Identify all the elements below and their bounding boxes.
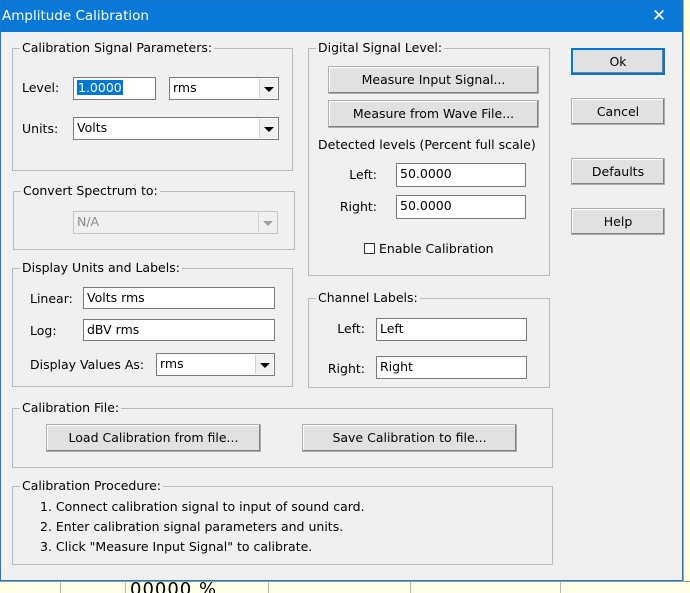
measure-wave-file-button[interactable]: Measure from Wave File... [328,100,539,128]
display-units-labels-group: Display Units and Labels: Linear: Volts … [12,260,293,387]
left-level-input[interactable]: 50.0000 [396,163,526,187]
level-type-select[interactable]: rms [169,77,279,100]
grid-line [125,582,126,593]
chevron-down-icon [258,213,276,232]
log-input[interactable]: dBV rms [83,319,275,341]
background-peek-text: 00000 % [130,581,218,593]
linear-input[interactable]: Volts rms [83,287,275,309]
units-label: Units: [22,121,59,136]
calibration-file-group: Calibration File: Load Calibration from … [12,400,553,468]
grid-line [560,582,561,593]
close-icon[interactable]: ✕ [636,1,682,32]
units-value: Volts [77,120,108,135]
display-values-as-label: Display Values As: [30,357,145,372]
log-label: Log: [30,323,57,338]
defaults-button[interactable]: Defaults [571,158,665,185]
procedure-step: 1. Connect calibration signal to input o… [40,499,365,514]
right-channel-input[interactable]: Right [376,356,527,379]
level-value: 1.0000 [77,80,123,95]
load-calibration-button[interactable]: Load Calibration from file... [46,424,261,452]
ok-button[interactable]: Ok [571,48,665,75]
level-label: Level: [22,80,60,95]
group-legend: Digital Signal Level: [316,40,445,56]
chevron-down-icon[interactable] [259,119,277,138]
background-app-strip: 00000 % [0,581,690,593]
group-legend: Display Units and Labels: [20,260,182,276]
window-title: Amplitude Calibration [2,8,149,24]
measure-input-signal-button[interactable]: Measure Input Signal... [328,66,539,94]
enable-calibration-checkbox[interactable] [364,243,375,254]
save-calibration-button[interactable]: Save Calibration to file... [302,424,517,452]
left-channel-label: Left: [337,321,365,336]
channel-labels-group: Channel Labels: Left: Left Right: Right [308,290,550,388]
left-level-label: Left: [349,167,377,182]
group-legend: Calibration Procedure: [20,478,164,494]
procedure-step: 3. Click "Measure Input Signal" to calib… [40,539,313,554]
display-values-as-value: rms [160,356,184,371]
level-type-value: rms [173,80,197,95]
detected-levels-label: Detected levels (Percent full scale) [318,137,536,152]
group-legend: Convert Spectrum to: [21,183,160,199]
group-legend: Calibration Signal Parameters: [20,40,215,56]
display-values-as-select[interactable]: rms [156,353,275,376]
background-app-edge [683,0,690,592]
title-bar[interactable]: Amplitude Calibration ✕ [1,1,682,32]
right-level-label: Right: [339,199,377,214]
left-channel-input[interactable]: Left [376,318,527,341]
right-level-input[interactable]: 50.0000 [396,195,526,219]
procedure-step: 2. Enter calibration signal parameters a… [40,519,344,534]
chevron-down-icon[interactable] [259,79,277,98]
cancel-button[interactable]: Cancel [571,98,665,125]
calibration-procedure-group: Calibration Procedure: 1. Connect calibr… [12,478,553,565]
digital-signal-level-group: Digital Signal Level: Measure Input Sign… [308,40,550,276]
help-button[interactable]: Help [571,208,665,235]
grid-line [268,582,269,593]
level-input[interactable]: 1.0000 [73,77,156,100]
convert-spectrum-group: Convert Spectrum to: N/A [13,183,295,250]
grid-line [60,582,61,593]
group-legend: Calibration File: [20,400,122,416]
group-legend: Channel Labels: [316,290,420,306]
linear-label: Linear: [30,291,73,306]
right-channel-label: Right: [327,361,365,376]
units-select[interactable]: Volts [73,117,279,140]
convert-spectrum-value: N/A [77,214,100,229]
amplitude-calibration-dialog: Amplitude Calibration ✕ Calibration Sign… [0,0,683,581]
calibration-signal-parameters-group: Calibration Signal Parameters: Level: 1.… [12,40,293,171]
grid-line [410,582,411,593]
convert-spectrum-select: N/A [73,211,278,234]
enable-calibration-label[interactable]: Enable Calibration [379,241,494,257]
chevron-down-icon[interactable] [255,355,273,374]
